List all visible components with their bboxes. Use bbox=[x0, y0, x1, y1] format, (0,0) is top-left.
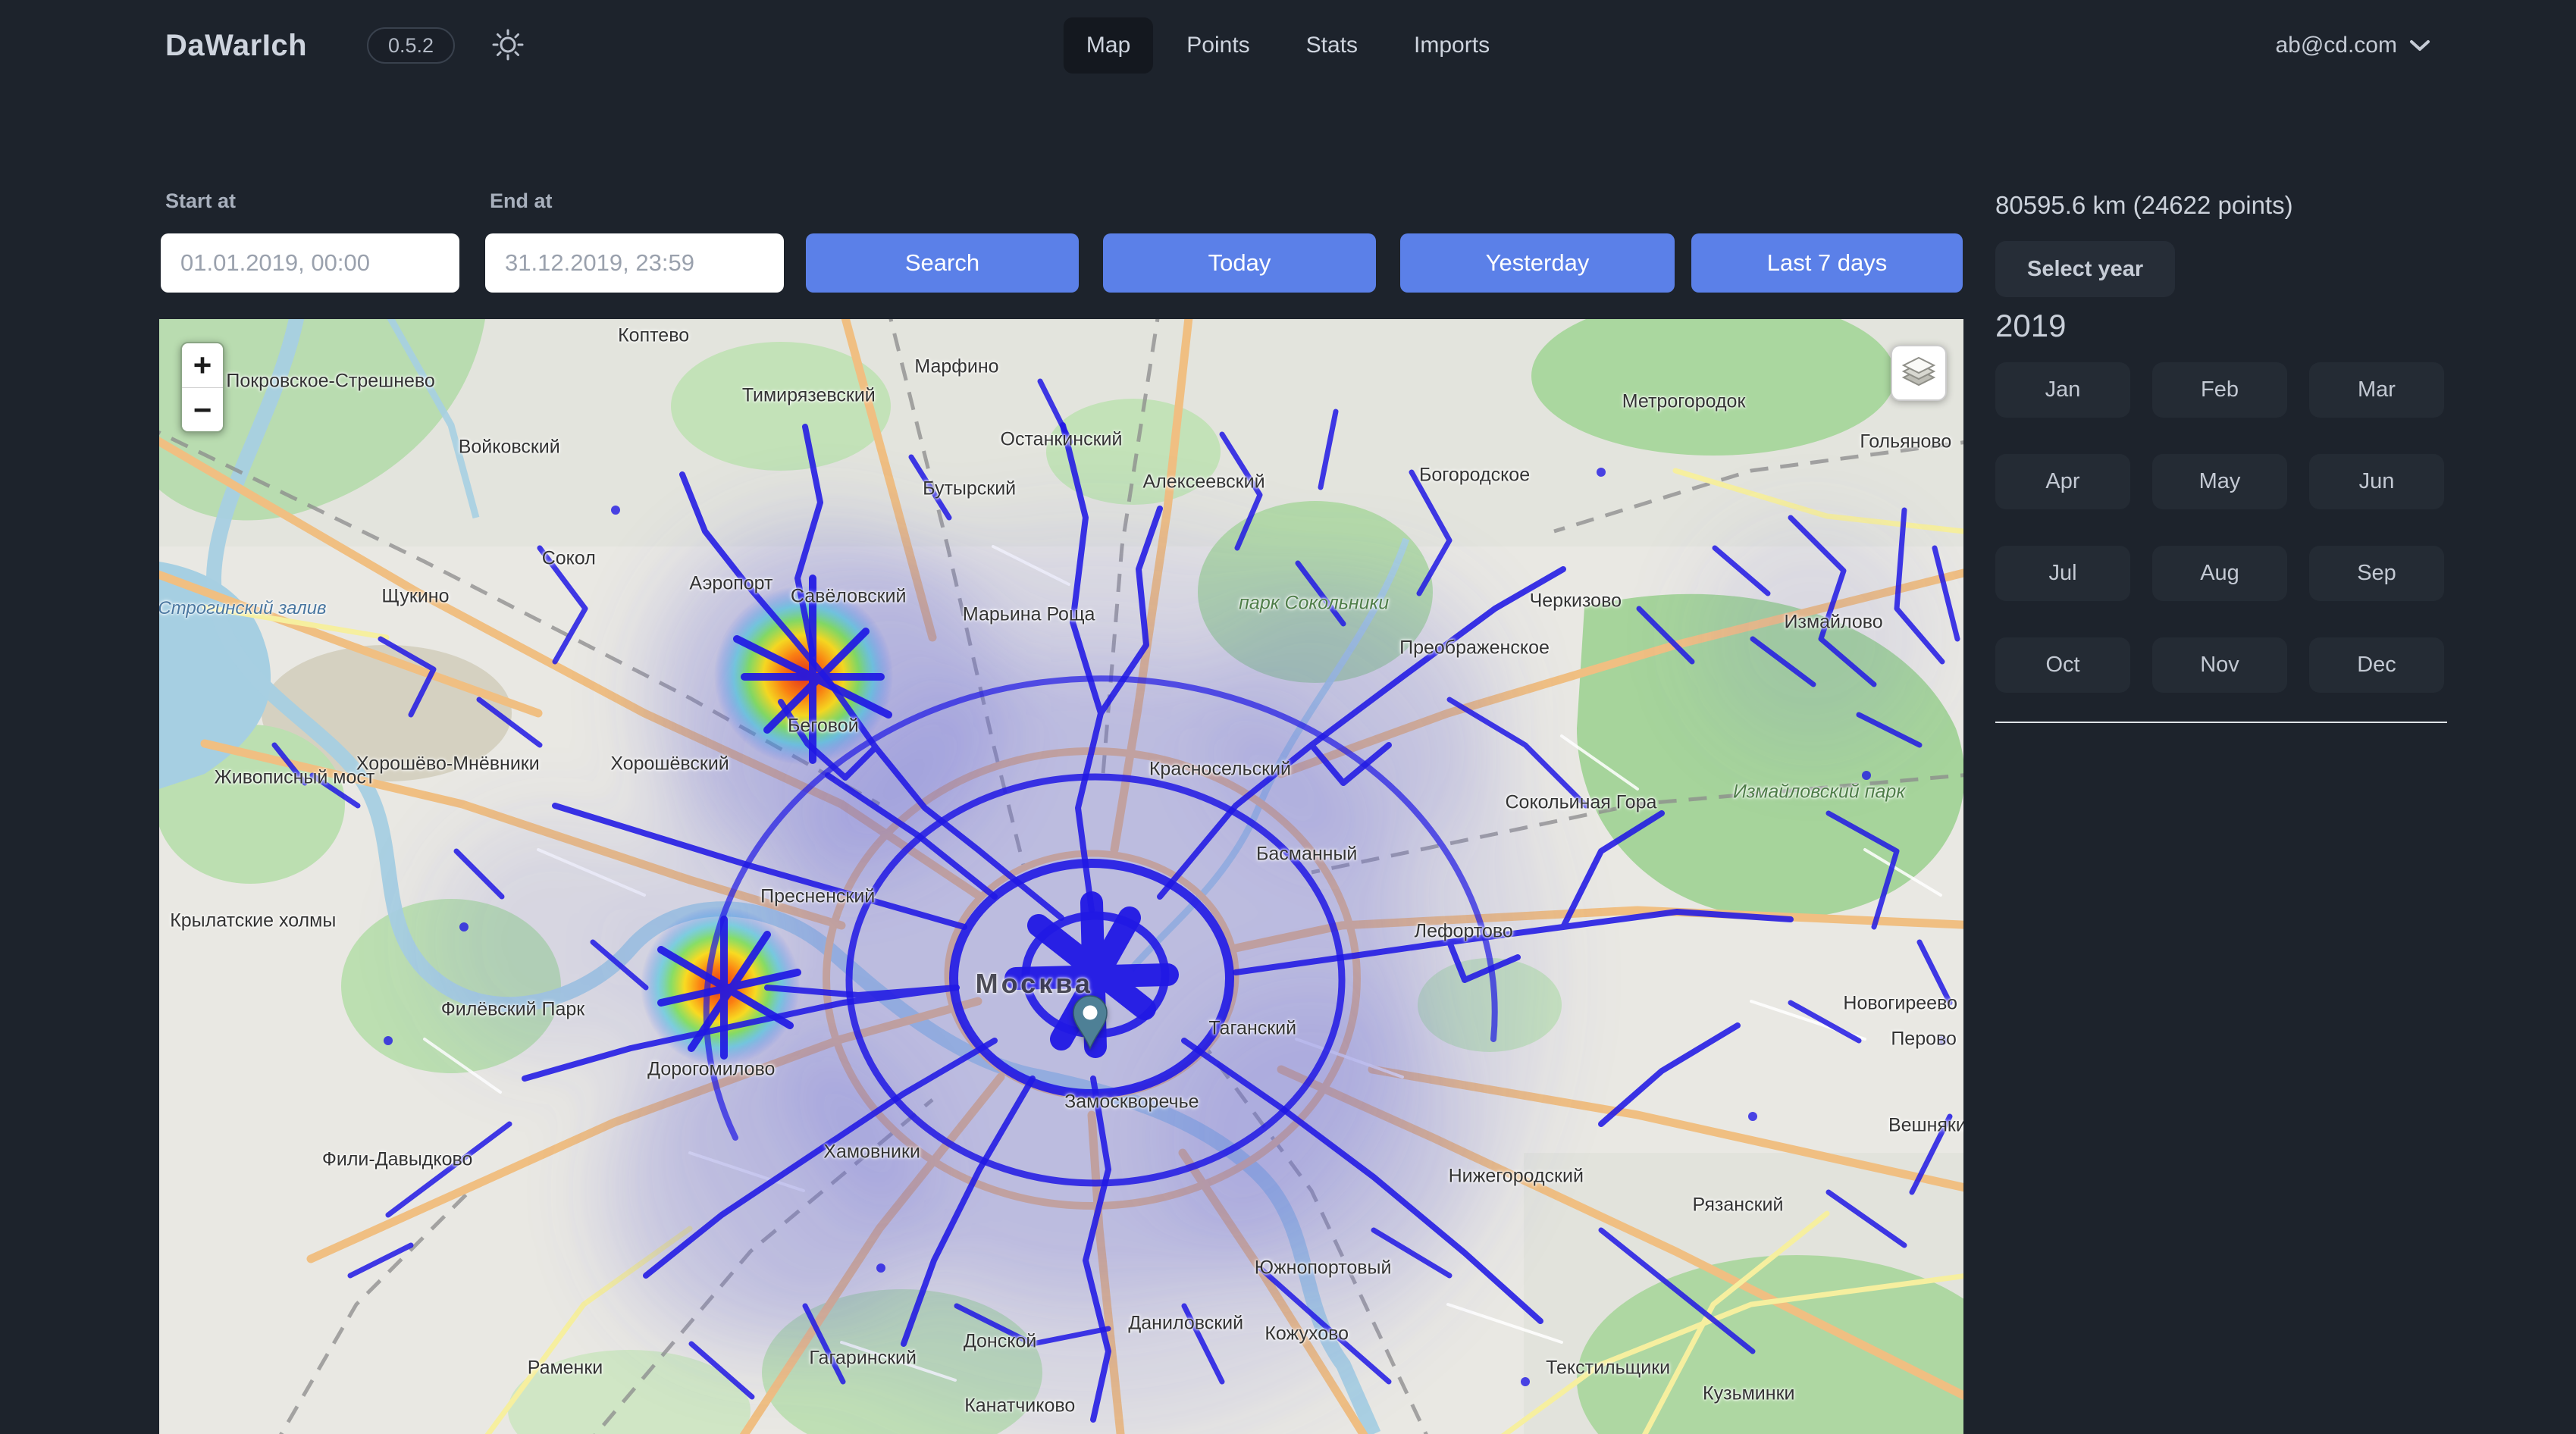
month-jul-button[interactable]: Jul bbox=[1995, 546, 2130, 601]
month-may-button[interactable]: May bbox=[2152, 454, 2287, 509]
year-heading: 2019 bbox=[1995, 308, 2066, 344]
account-email: ab@cd.com bbox=[2275, 33, 2397, 58]
month-jun-button[interactable]: Jun bbox=[2309, 454, 2444, 509]
month-mar-button[interactable]: Mar bbox=[2309, 362, 2444, 418]
version-badge: 0.5.2 bbox=[367, 27, 455, 64]
today-button[interactable]: Today bbox=[1103, 233, 1376, 293]
map-marker-pin[interactable] bbox=[1071, 994, 1109, 1054]
month-feb-button[interactable]: Feb bbox=[2152, 362, 2287, 418]
map-tiles bbox=[159, 319, 1963, 1434]
tab-stats[interactable]: Stats bbox=[1283, 17, 1380, 74]
end-at-label: End at bbox=[490, 189, 553, 213]
map-layers-control[interactable] bbox=[1891, 345, 1947, 401]
app-logo[interactable]: DaWarIch bbox=[165, 0, 307, 91]
tab-points[interactable]: Points bbox=[1164, 17, 1272, 74]
zoom-in-button[interactable]: + bbox=[182, 343, 223, 387]
tab-imports[interactable]: Imports bbox=[1391, 17, 1512, 74]
select-year-button[interactable]: Select year bbox=[1995, 241, 2175, 297]
month-apr-button[interactable]: Apr bbox=[1995, 454, 2130, 509]
month-aug-button[interactable]: Aug bbox=[2152, 546, 2287, 601]
chevron-down-icon bbox=[2409, 33, 2430, 58]
search-button[interactable]: Search bbox=[806, 233, 1079, 293]
month-dec-button[interactable]: Dec bbox=[2309, 637, 2444, 693]
sidebar-divider bbox=[1995, 722, 2447, 723]
month-jan-button[interactable]: Jan bbox=[1995, 362, 2130, 418]
tab-map[interactable]: Map bbox=[1064, 17, 1153, 74]
yesterday-button[interactable]: Yesterday bbox=[1400, 233, 1675, 293]
nav-tabs: MapPointsStatsImports bbox=[1064, 0, 1512, 91]
theme-toggle-button[interactable] bbox=[490, 27, 526, 64]
map[interactable]: Покровское-СтрешневоКоптевоТимирязевский… bbox=[159, 319, 1963, 1434]
start-at-input[interactable] bbox=[161, 233, 459, 293]
end-at-input[interactable] bbox=[485, 233, 784, 293]
month-sep-button[interactable]: Sep bbox=[2309, 546, 2444, 601]
month-nov-button[interactable]: Nov bbox=[2152, 637, 2287, 693]
months-grid: Jan Feb Mar Apr May Jun Jul Aug Sep Oct Nov Dec bbox=[1995, 362, 2444, 693]
month-oct-button[interactable]: Oct bbox=[1995, 637, 2130, 693]
distance-stats: 80595.6 km (24622 points) bbox=[1995, 191, 2293, 220]
sun-icon bbox=[491, 52, 525, 64]
account-menu[interactable]: ab@cd.com bbox=[2275, 0, 2430, 91]
zoom-out-button[interactable]: − bbox=[182, 387, 223, 431]
last-7-days-button[interactable]: Last 7 days bbox=[1691, 233, 1963, 293]
start-at-label: Start at bbox=[165, 189, 236, 213]
map-zoom-control: + − bbox=[180, 342, 224, 433]
layers-icon bbox=[1901, 353, 1937, 393]
